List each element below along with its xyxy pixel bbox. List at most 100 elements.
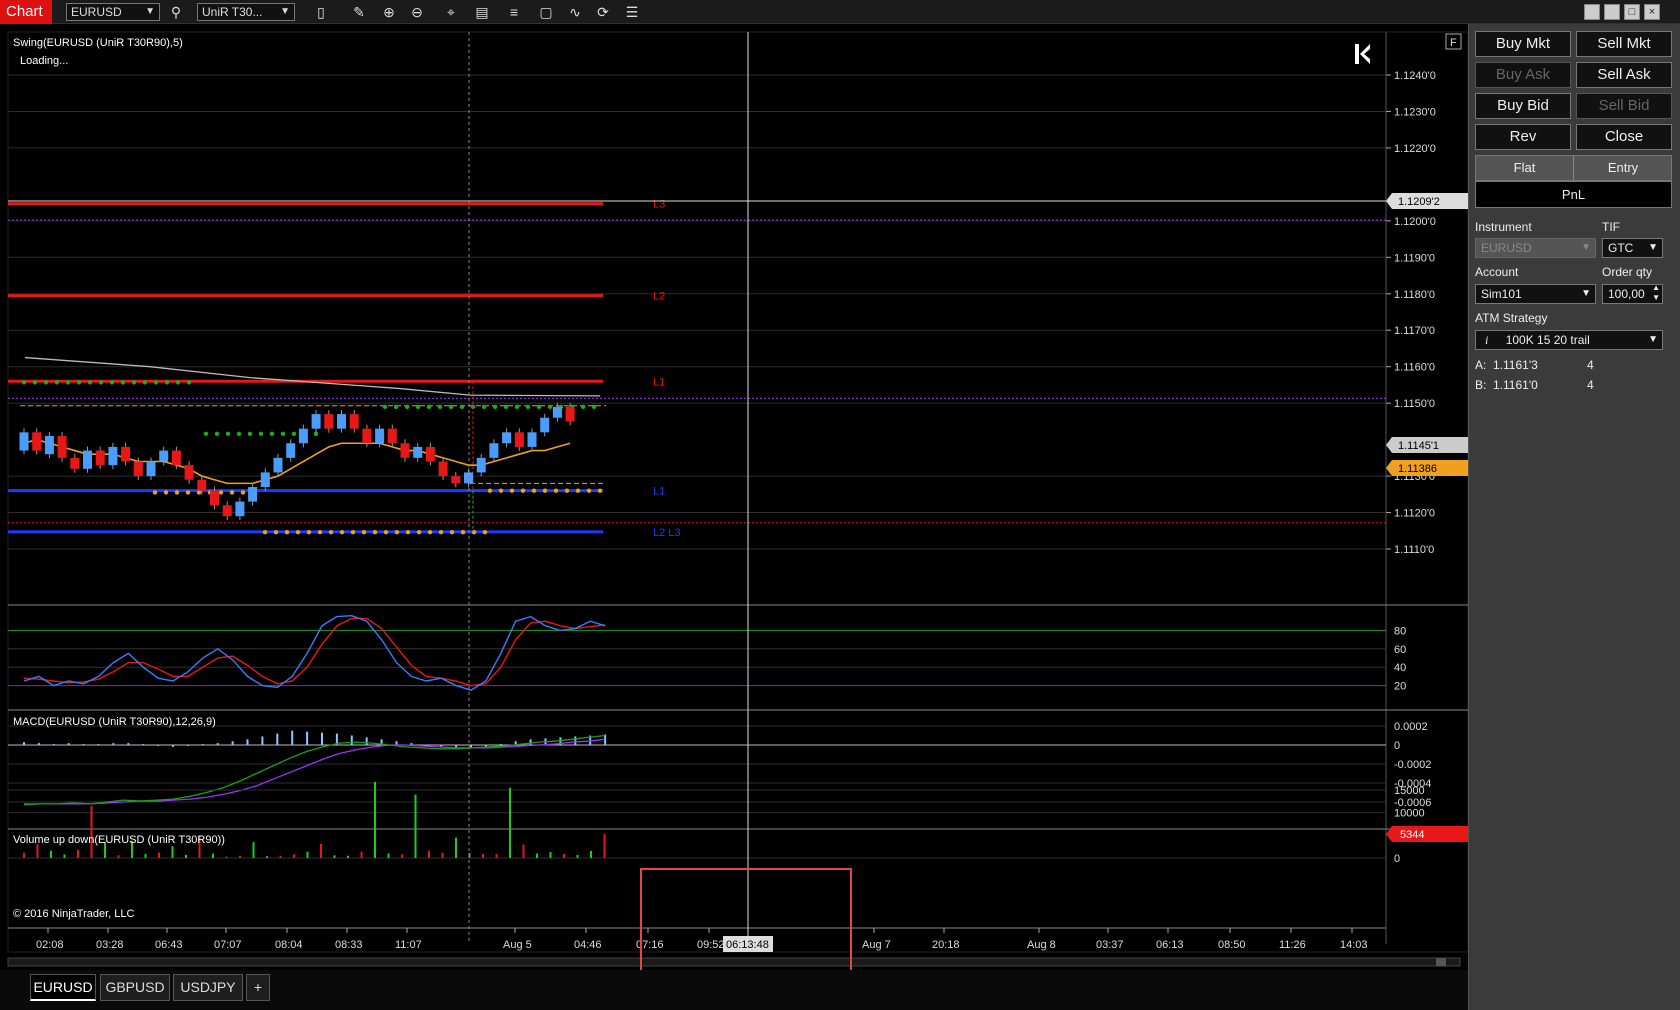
time-tick-label: 20:18 — [932, 939, 960, 951]
time-tick-label: 02:08 — [36, 939, 64, 951]
position-entry-label: Entry — [1607, 160, 1639, 175]
green-swing-dot — [547, 404, 553, 409]
spinner-icon[interactable]: ▲ ▼ — [1652, 283, 1660, 303]
green-swing-dot — [225, 431, 231, 436]
orange-swing-dot — [361, 530, 367, 535]
green-swing-dot — [492, 404, 498, 409]
tif-select[interactable]: GTC ▼ — [1602, 238, 1663, 258]
orange-swing-dot — [597, 488, 603, 493]
moving-average — [23, 438, 571, 485]
sell-ask-button[interactable]: Sell Ask — [1576, 62, 1672, 88]
last-price-label: 1.1145'1 — [1398, 440, 1439, 452]
price-tick-label: 1.1180'0 — [1394, 289, 1435, 301]
sell-market-button[interactable]: Sell Mkt — [1576, 31, 1672, 57]
zoom-in-icon[interactable]: ⊕ — [379, 2, 399, 22]
candle — [260, 472, 270, 488]
position-flat-label: Flat — [1476, 156, 1574, 180]
green-swing-dot — [21, 380, 27, 385]
properties-icon[interactable]: ☰ — [622, 2, 642, 22]
stoch-tick-label: 60 — [1394, 644, 1406, 656]
candle — [387, 428, 397, 444]
candle — [159, 450, 169, 462]
green-swing-dot — [65, 380, 71, 385]
data-box-icon[interactable]: ▤ — [472, 2, 492, 22]
green-swing-dot — [393, 404, 399, 409]
orange-swing-dot — [383, 530, 389, 535]
macd-tick-label: -0.0002 — [1394, 759, 1431, 771]
order-qty-input[interactable]: 100,00 ▲ ▼ — [1602, 283, 1663, 304]
account-select-value: Sim101 — [1481, 287, 1522, 301]
volume-panel: 15000 10000 05344 — [8, 781, 1468, 865]
bar-type-selector[interactable]: UniR T30... ▼ — [197, 3, 295, 21]
macd-panel: 0.00020-0.0002-0.0004-0.0006 — [8, 721, 1431, 809]
draw-tool-icon[interactable]: ✎ — [349, 2, 369, 22]
swing-indicator-label: Swing(EURUSD (UniR T30R90),5) — [13, 37, 183, 49]
level-label-l1: L1 — [653, 376, 665, 388]
ask-price: 1.1161'3 — [1493, 358, 1538, 372]
orange-swing-dot — [471, 530, 477, 535]
stochastics-panel: 80 60 40 20 — [8, 614, 1406, 693]
sell-bid-button[interactable]: Sell Bid — [1576, 93, 1672, 119]
candle — [44, 435, 54, 455]
tab-usdjpy[interactable]: USDJPY — [173, 974, 243, 1001]
chart-area[interactable]: L3L2L1L1L2 L3 1.1240'01.1230'01.1220'01.… — [0, 24, 1468, 970]
instrument-selector-value: EURUSD — [71, 5, 122, 19]
crosshair-price-label: 1.1209'2 — [1398, 196, 1440, 208]
price-tick-label: 1.1230'0 — [1394, 106, 1436, 118]
position-header: Flat Entry — [1475, 155, 1672, 181]
restore-icon[interactable] — [1604, 4, 1620, 20]
time-tick-label: 08:33 — [335, 939, 363, 951]
maximize-icon[interactable]: □ — [1624, 4, 1640, 20]
orange-swing-dot — [460, 530, 466, 535]
ma-price-label: 1.11386 — [1398, 463, 1437, 475]
refresh-icon[interactable]: ⟳ — [593, 2, 613, 22]
buy-market-button[interactable]: Buy Mkt — [1475, 31, 1571, 57]
green-swing-dot — [142, 380, 148, 385]
buy-ask-button[interactable]: Buy Ask — [1475, 62, 1571, 88]
crosshair-icon[interactable]: ⌖ — [441, 2, 461, 22]
orange-swing-dot — [306, 530, 312, 535]
candle — [324, 414, 334, 429]
green-swing-dot — [382, 404, 388, 409]
minimize-icon[interactable] — [1584, 4, 1600, 20]
level-label-l1_low: L1 — [653, 486, 665, 498]
instrument-selector[interactable]: EURUSD ▼ — [66, 3, 160, 21]
green-swing-dot — [164, 380, 170, 385]
buy-bid-button[interactable]: Buy Bid — [1475, 93, 1571, 119]
long-moving-average — [24, 356, 601, 397]
candle — [565, 406, 575, 422]
zoom-out-icon[interactable]: ⊖ — [407, 2, 427, 22]
price-tick-label: 1.1160'0 — [1394, 362, 1435, 374]
orange-swing-dot — [498, 488, 504, 493]
add-tab-button[interactable]: + — [246, 974, 270, 1001]
price-tick-label: 1.1190'0 — [1394, 252, 1435, 264]
candle — [171, 450, 181, 466]
chart-style-icon[interactable]: ▯ — [311, 2, 331, 22]
stoch-tick-label: 80 — [1394, 625, 1406, 637]
tab-gbpusd[interactable]: GBPUSD — [100, 974, 170, 1001]
account-select[interactable]: Sim101 ▼ — [1475, 284, 1596, 304]
bid-price: 1.1161'0 — [1493, 378, 1538, 392]
atm-strategy-select[interactable]: i 100K 15 20 trail ▼ — [1475, 330, 1663, 350]
scrollbar-thumb[interactable] — [1436, 958, 1446, 966]
macd-tick-label: 0.0002 — [1394, 721, 1428, 733]
orders-icon[interactable]: ≡ — [504, 2, 524, 22]
close-position-button[interactable]: Close — [1576, 124, 1672, 150]
time-tick-label: 03:37 — [1096, 939, 1124, 951]
info-icon[interactable]: i — [1485, 333, 1488, 347]
strategy-icon[interactable]: ▢ — [536, 2, 556, 22]
indicators-icon[interactable]: ∿ — [565, 2, 585, 22]
search-icon[interactable]: ⚲ — [166, 2, 186, 22]
orange-swing-dot — [229, 490, 235, 495]
price-tick-label: 1.1170'0 — [1394, 325, 1435, 337]
reverse-button[interactable]: Rev — [1475, 124, 1571, 150]
close-icon[interactable]: × — [1644, 4, 1660, 20]
bid-size: 4 — [1587, 378, 1594, 392]
green-swing-dot — [43, 380, 49, 385]
candle — [286, 443, 296, 458]
tab-eurusd[interactable]: EURUSD — [30, 974, 96, 1001]
orange-swing-dot — [163, 490, 169, 495]
time-tick-label: 03:28 — [96, 939, 124, 951]
price-tick-label: 1.1120'0 — [1394, 508, 1435, 520]
instrument-select: EURUSD ▼ — [1475, 238, 1596, 258]
